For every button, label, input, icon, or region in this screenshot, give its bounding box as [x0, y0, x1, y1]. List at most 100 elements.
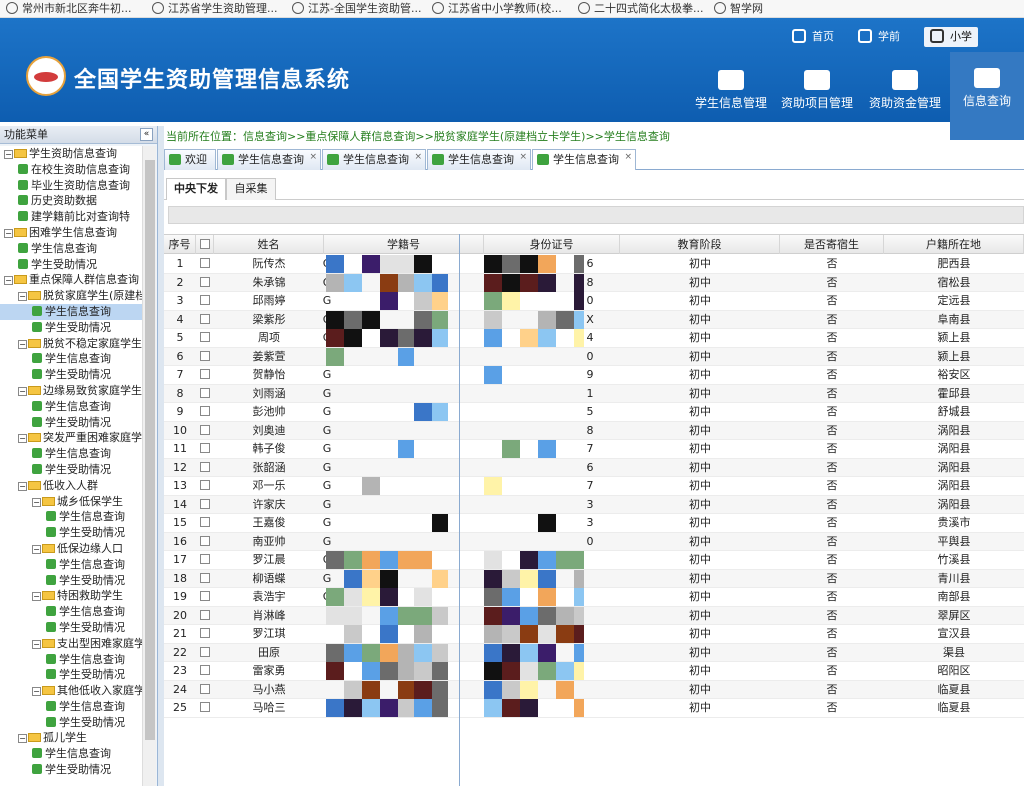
collapse-icon[interactable]: −: [4, 276, 13, 286]
tree-item[interactable]: 学生信息查询: [0, 557, 142, 573]
tree-item[interactable]: 学生受助情况: [0, 573, 142, 589]
checkbox[interactable]: [200, 609, 210, 620]
table-row[interactable]: 11 韩子俊 G 7 初中 否 涡阳县: [164, 440, 1024, 459]
tree-folder[interactable]: − 突发严重困难家庭学: [0, 430, 142, 446]
collapse-sidebar-button[interactable]: «: [140, 128, 153, 141]
close-icon[interactable]: ×: [414, 148, 422, 167]
tree-item[interactable]: 学生信息查询: [0, 446, 142, 462]
table-row[interactable]: 5周项G4初中否颍上县: [164, 329, 1024, 348]
table-row[interactable]: 19袁浩宇G初中否南部县: [164, 588, 1024, 607]
tree-item[interactable]: 学生受助情况: [0, 525, 142, 541]
bookmark-item[interactable]: 智学网: [714, 1, 763, 17]
collapse-icon[interactable]: −: [4, 150, 13, 159]
checkbox[interactable]: [200, 498, 210, 509]
checkbox[interactable]: [200, 572, 210, 583]
tree-item[interactable]: 在校生资助信息查询: [0, 162, 142, 178]
preschool-link[interactable]: 学前: [858, 27, 900, 47]
row-checkbox[interactable]: [196, 329, 214, 347]
checkbox[interactable]: [200, 313, 210, 324]
collapse-icon[interactable]: −: [32, 544, 41, 554]
table-row[interactable]: 9 彭池帅 G 5 初中 否 舒城县: [164, 403, 1024, 422]
tree-item[interactable]: 学生受助情况: [0, 762, 142, 778]
tree-folder[interactable]: − 低收入人群: [0, 478, 142, 494]
table-row[interactable]: 21 罗江琪 初中 否 宣汉县: [164, 625, 1024, 644]
checkbox[interactable]: [200, 702, 210, 712]
home-link[interactable]: 首页: [792, 27, 834, 47]
bookmark-item[interactable]: 江苏省学生资助管理...: [152, 1, 278, 17]
table-row[interactable]: 8 刘雨涵 G 1 初中 否 霍邱县: [164, 384, 1024, 403]
close-icon[interactable]: ×: [309, 148, 317, 167]
table-row[interactable]: 17罗江晨G初中否竹溪县: [164, 551, 1024, 570]
checkbox[interactable]: [200, 646, 210, 657]
checkbox[interactable]: [200, 443, 210, 453]
table-row[interactable]: 16 南亚帅 G 0 初中 否 平舆县: [164, 532, 1024, 551]
tree-folder[interactable]: − 重点保障人群信息查询: [0, 272, 142, 288]
row-checkbox[interactable]: [196, 440, 214, 458]
tree-item[interactable]: 学生受助情况: [0, 715, 142, 731]
table-row[interactable]: 18 柳语蝶 G 初中 否 青川县: [164, 569, 1024, 588]
row-checkbox[interactable]: [196, 607, 214, 625]
checkbox[interactable]: [200, 461, 210, 472]
tree-item[interactable]: 学生信息查询: [0, 604, 142, 620]
checkbox[interactable]: [200, 683, 210, 694]
checkbox[interactable]: [200, 424, 210, 435]
tree-folder[interactable]: − 脱贫家庭学生(原建档: [0, 288, 142, 304]
checkbox[interactable]: [200, 350, 210, 361]
tree-item[interactable]: 学生信息查询: [0, 399, 142, 415]
row-checkbox[interactable]: [196, 514, 214, 532]
table-row[interactable]: 13 邓一乐 G 7 初中 否 涡阳县: [164, 477, 1024, 496]
close-icon[interactable]: ×: [624, 148, 632, 167]
nav-aid-projects[interactable]: 资助项目管理: [774, 68, 860, 120]
table-row[interactable]: 20 肖淋峰 初中 否 翠屏区: [164, 606, 1024, 625]
tree-item[interactable]: 学生受助情况: [0, 320, 142, 336]
row-checkbox[interactable]: [196, 533, 214, 551]
row-checkbox[interactable]: [196, 551, 214, 569]
bookmark-item[interactable]: 常州市新北区奔牛初...: [6, 1, 132, 17]
row-checkbox[interactable]: [196, 348, 214, 366]
bookmark-item[interactable]: 二十四式简化太极拳...: [578, 1, 704, 17]
table-row[interactable]: 3 邱雨婷 G 0 初中 否 定远县: [164, 292, 1024, 311]
checkbox[interactable]: [200, 480, 210, 490]
tab-welcome[interactable]: 欢迎: [164, 149, 216, 170]
nav-aid-funds[interactable]: 资助资金管理: [862, 68, 948, 120]
checkbox[interactable]: [200, 258, 210, 268]
table-row[interactable]: 12 张韶涵 G 6 初中 否 涡阳县: [164, 458, 1024, 477]
row-checkbox[interactable]: [196, 311, 214, 329]
select-all-checkbox[interactable]: [199, 239, 210, 249]
tree-item[interactable]: 毕业生资助信息查询: [0, 178, 142, 194]
bookmark-item[interactable]: 江苏省中小学教师(校...: [432, 1, 562, 17]
tree-folder[interactable]: − 支出型困难家庭学: [0, 636, 142, 652]
tree-folder[interactable]: − 脱贫不稳定家庭学生: [0, 336, 142, 352]
collapse-icon[interactable]: −: [32, 687, 41, 697]
tree-folder[interactable]: − 边缘易致贫家庭学生: [0, 383, 142, 399]
nav-student-info[interactable]: 学生信息管理: [688, 68, 774, 120]
table-row[interactable]: 25 马哈三 初中 否 临夏县: [164, 699, 1024, 718]
checkbox[interactable]: [200, 665, 210, 675]
checkbox[interactable]: [200, 332, 210, 342]
tree-item[interactable]: 学生信息查询: [0, 699, 142, 715]
tree-item[interactable]: 学生受助情况: [0, 257, 142, 273]
row-checkbox[interactable]: [196, 699, 214, 717]
tree-item[interactable]: 历史资助数据: [0, 193, 142, 209]
row-checkbox[interactable]: [196, 292, 214, 310]
tree-item[interactable]: 学生受助情况: [0, 415, 142, 431]
table-row[interactable]: 15 王嘉俊 G 3 初中 否 贵溪市: [164, 514, 1024, 533]
tree-item[interactable]: 学生信息查询: [0, 746, 142, 762]
row-checkbox[interactable]: [196, 588, 214, 606]
table-row[interactable]: 24 马小燕 初中 否 临夏县: [164, 680, 1024, 699]
tree-item[interactable]: 学生受助情况: [0, 667, 142, 683]
tab-self-collected[interactable]: 自采集: [226, 178, 276, 200]
row-checkbox[interactable]: [196, 477, 214, 495]
tree-folder[interactable]: − 其他低收入家庭学: [0, 683, 142, 699]
checkbox[interactable]: [200, 535, 210, 546]
tab-student-query[interactable]: 学生信息查询 ×: [217, 149, 321, 170]
row-checkbox[interactable]: [196, 274, 214, 292]
row-checkbox[interactable]: [196, 662, 214, 680]
collapse-icon[interactable]: −: [32, 639, 41, 649]
table-row[interactable]: 10 刘奥迪 G 8 初中 否 涡阳县: [164, 421, 1024, 440]
row-checkbox[interactable]: [196, 570, 214, 588]
col-header[interactable]: [196, 235, 214, 254]
table-row[interactable]: 6 姜紫萱 0 初中 否 颍上县: [164, 347, 1024, 366]
row-checkbox[interactable]: [196, 366, 214, 384]
tree-item[interactable]: 学生受助情况: [0, 462, 142, 478]
